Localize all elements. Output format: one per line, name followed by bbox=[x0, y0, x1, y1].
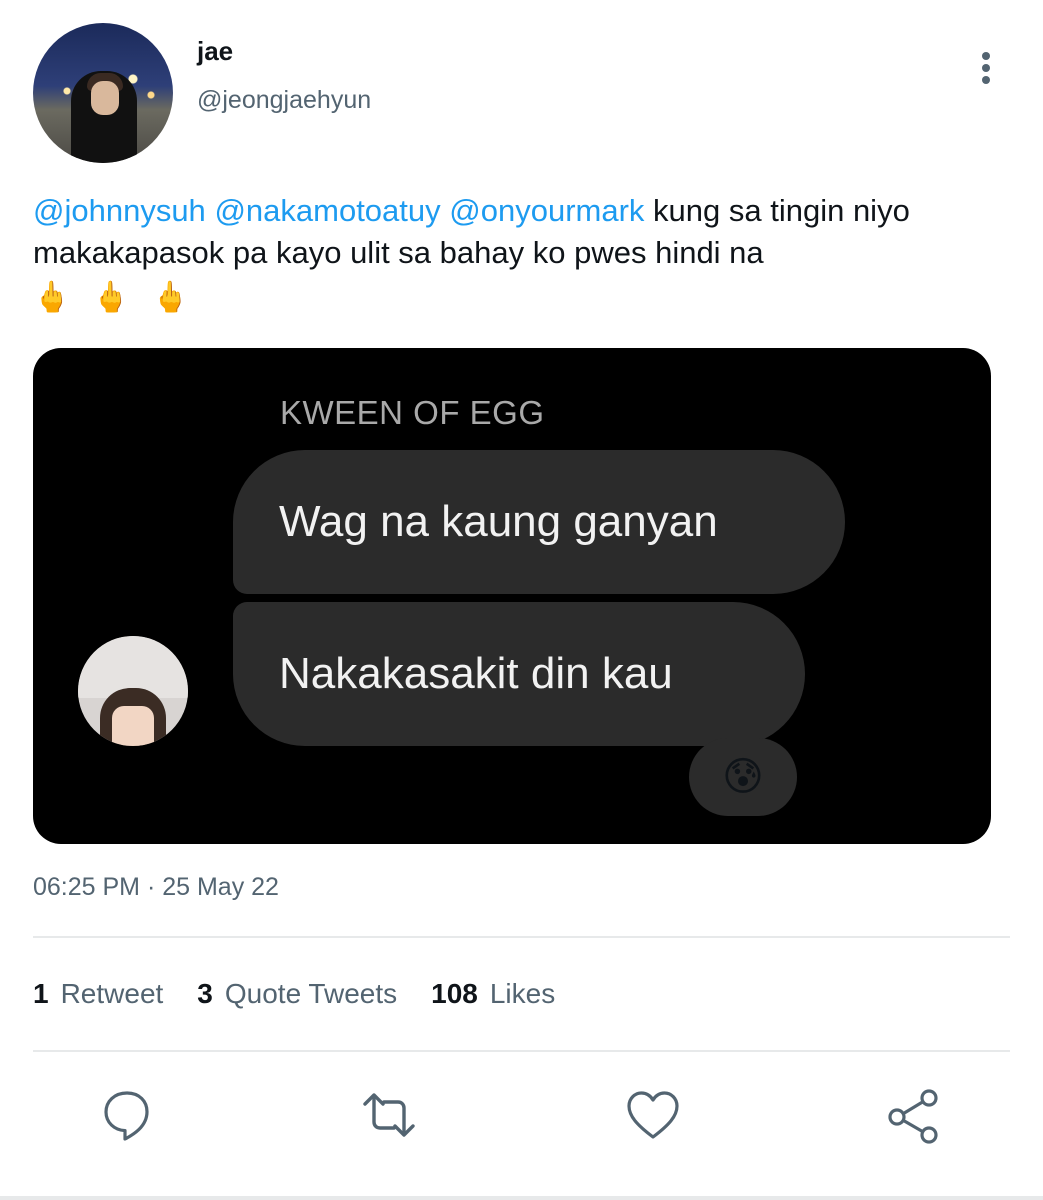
chat-bubble: Nakakasakit din kau bbox=[233, 602, 805, 746]
message-reaction: 😰 bbox=[689, 738, 797, 816]
likes-count: 108 bbox=[431, 978, 478, 1009]
retweets-count: 1 bbox=[33, 978, 49, 1009]
anxious-face-emoji: 😰 bbox=[722, 755, 764, 799]
mention-link[interactable]: @nakamotoatuy bbox=[214, 193, 440, 228]
tweet-media-image[interactable]: KWEEN OF EGG Wag na kaung ganyan Nakakas… bbox=[33, 348, 991, 844]
author-name[interactable]: jae bbox=[197, 36, 233, 67]
retweets-label: Retweet bbox=[60, 978, 164, 1009]
emoji-row: 🖕 🖕 🖕 bbox=[33, 280, 189, 315]
retweets-stat[interactable]: 1 Retweet bbox=[33, 978, 163, 1010]
tweet-timestamp[interactable]: 06:25 PM · 25 May 22 bbox=[33, 873, 279, 902]
quotes-count: 3 bbox=[197, 978, 213, 1009]
share-icon[interactable] bbox=[884, 1085, 944, 1145]
reply-icon[interactable] bbox=[97, 1085, 157, 1145]
mention-link[interactable]: @onyourmark bbox=[449, 193, 644, 228]
chat-sender-name: KWEEN OF EGG bbox=[280, 394, 545, 431]
tweet-actions bbox=[0, 1085, 1043, 1145]
chat-avatar bbox=[78, 636, 188, 746]
chat-message: Wag na kaung ganyan bbox=[279, 497, 718, 546]
divider bbox=[33, 1050, 1010, 1052]
tweet-text: @johnnysuh @nakamotoatuy @onyourmark kun… bbox=[33, 190, 1013, 274]
likes-stat[interactable]: 108 Likes bbox=[431, 978, 555, 1010]
quotes-stat[interactable]: 3 Quote Tweets bbox=[197, 978, 397, 1010]
likes-label: Likes bbox=[489, 978, 556, 1009]
divider bbox=[33, 936, 1010, 938]
like-icon[interactable] bbox=[623, 1085, 683, 1145]
retweet-icon[interactable] bbox=[359, 1085, 419, 1145]
middle-finger-emoji: 🖕 bbox=[151, 281, 190, 314]
chat-message: Nakakasakit din kau bbox=[279, 649, 673, 698]
mention-link[interactable]: @johnnysuh bbox=[33, 193, 206, 228]
tweet-stats: 1 Retweet 3 Quote Tweets 108 Likes bbox=[33, 978, 555, 1010]
chat-bubble: Wag na kaung ganyan bbox=[233, 450, 845, 594]
more-vertical-icon[interactable] bbox=[972, 48, 1000, 88]
quotes-label: Quote Tweets bbox=[224, 978, 398, 1009]
author-handle[interactable]: @jeongjaehyun bbox=[197, 86, 371, 115]
bottom-divider bbox=[0, 1196, 1043, 1200]
avatar-face bbox=[91, 81, 119, 115]
middle-finger-emoji: 🖕 bbox=[33, 281, 71, 314]
middle-finger-emoji: 🖕 bbox=[92, 281, 130, 314]
avatar-face bbox=[112, 706, 154, 746]
author-avatar[interactable] bbox=[33, 23, 173, 163]
